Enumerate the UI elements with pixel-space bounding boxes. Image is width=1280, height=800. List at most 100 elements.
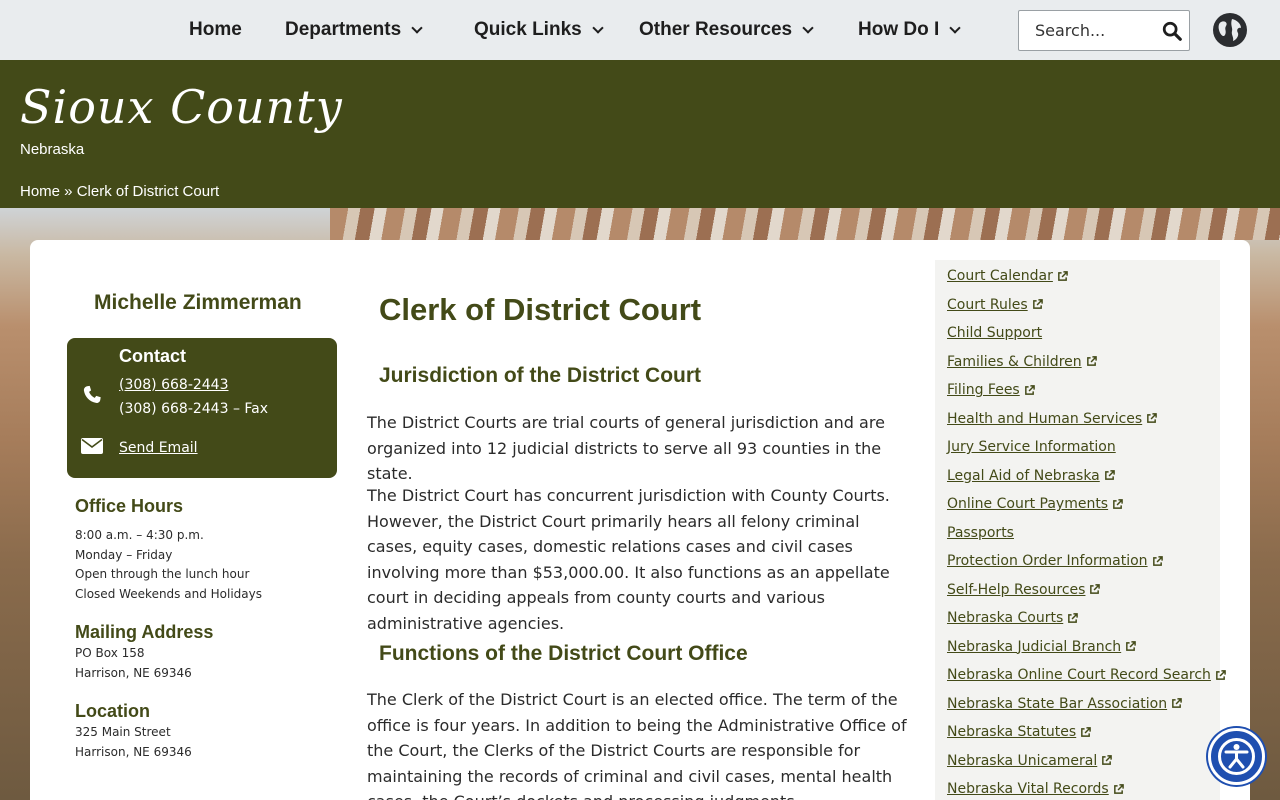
top-navigation: Home Departments Quick Links Other Resou… [0,0,1280,60]
related-link[interactable]: Child Support [947,325,1042,341]
external-link-icon [1126,641,1136,651]
related-link[interactable]: Nebraska Judicial Branch [947,639,1136,655]
contact-heading: Contact [119,346,186,366]
office-hours-line: Monday – Friday [75,547,173,562]
accessibility-button[interactable] [1208,728,1265,785]
office-hours-heading: Office Hours [75,496,184,516]
breadcrumb: Home » Clerk of District Court [20,183,219,200]
chevron-down-icon [949,21,961,34]
nav-other-resources[interactable]: Other Resources [639,17,814,43]
external-link-icon [1172,698,1182,708]
related-link-label: Nebraska Vital Records [947,781,1109,797]
external-link-icon [1086,356,1097,366]
related-link-label: Jury Service Information [947,439,1116,455]
chevron-down-icon [592,21,604,34]
nav-home-label: Home [189,19,242,40]
nav-quick-links[interactable]: Quick Links [474,17,604,43]
external-link-icon [1152,555,1163,566]
location-heading: Location [75,701,150,721]
search-input[interactable] [1019,11,1159,50]
external-link-icon [1147,413,1158,423]
phone-icon [83,385,101,403]
office-hours-text: 8:00 a.m. – 4:30 p.m. Monday – Friday Op… [75,526,262,604]
related-link[interactable]: Nebraska Courts [947,610,1079,626]
related-link-label: Passports [947,524,1014,541]
fax-number: (308) 668-2443 – Fax [119,401,269,417]
external-link-icon [1068,612,1079,623]
nav-how-do-i[interactable]: How Do I [858,17,961,43]
site-title[interactable]: Sioux County [20,80,343,134]
mailing-address-heading: Mailing Address [75,622,214,642]
envelope-icon [81,438,103,454]
related-link[interactable]: Nebraska State Bar Association [947,696,1182,712]
paragraph: The Clerk of the District Court is an el… [367,690,907,800]
office-hours-line: 8:00 a.m. – 4:30 p.m. [75,528,204,542]
nav-home[interactable]: Home [189,17,242,43]
related-link[interactable]: Nebraska Online Court Record Search [947,667,1226,683]
external-link-icon [1102,755,1113,765]
related-link[interactable]: Court Calendar [947,268,1068,284]
site-subtitle: Nebraska [20,141,85,158]
mailing-line: Harrison, NE 69346 [75,665,192,680]
related-link[interactable]: Health and Human Services [947,410,1158,427]
nav-quick-links-label: Quick Links [474,19,582,40]
related-link-label: Legal Aid of Nebraska [947,467,1100,484]
related-link[interactable]: Jury Service Information [947,439,1116,455]
section-heading: Jurisdiction of the District Court [379,364,702,387]
section-heading: Functions of the District Court Office [379,642,748,665]
related-link-label: Court Calendar [947,268,1053,284]
related-link-label: Court Rules [947,296,1028,313]
related-link[interactable]: Filing Fees [947,382,1035,398]
location-line: 325 Main Street [75,725,171,739]
related-link[interactable]: Passports [947,525,1014,541]
site-banner: Sioux County Nebraska Home » Clerk of Di… [0,60,1280,208]
nav-how-do-i-label: How Do I [858,19,940,40]
globe-icon[interactable] [1212,12,1248,48]
external-link-icon [1113,783,1124,794]
location-text: 325 Main Street Harrison, NE 69346 [75,723,192,762]
external-link-icon [1032,299,1043,309]
office-hours-line: Closed Weekends and Holidays [75,586,262,601]
external-link-icon [1090,584,1101,594]
send-email-link[interactable]: Send Email [119,440,198,456]
external-link-icon [1081,726,1092,737]
mailing-address-text: PO Box 158 Harrison, NE 69346 [75,644,192,683]
related-link-label: Filing Fees [947,382,1020,398]
related-link[interactable]: Online Court Payments [947,496,1123,512]
related-link-label: Child Support [947,325,1043,341]
search-icon[interactable] [1161,20,1183,42]
related-link-label: Health and Human Services [947,410,1143,427]
mailing-line: PO Box 158 [75,646,145,660]
paragraph: The District Court has concurrent jurisd… [367,486,890,633]
official-name: Michelle Zimmerman [94,291,302,314]
related-link[interactable]: Families & Children [947,354,1097,370]
breadcrumb-current: Clerk of District Court [76,183,220,200]
chevron-down-icon [411,21,423,34]
office-hours-line: Open through the lunch hour [75,567,250,581]
nav-departments[interactable]: Departments [285,17,423,43]
chevron-down-icon [802,21,814,34]
related-link-label: Nebraska State Bar Association [947,695,1168,712]
related-link[interactable]: Protection Order Information [947,553,1163,569]
external-link-icon [1024,384,1035,395]
related-link-label: Nebraska Courts [947,610,1064,626]
phone-link[interactable]: (308) 668-2443 [119,377,229,393]
related-link[interactable]: Nebraska Unicameral [947,752,1113,769]
related-link-label: Nebraska Judicial Branch [947,638,1122,655]
external-link-icon [1113,498,1123,509]
external-link-icon [1216,669,1226,680]
related-link[interactable]: Nebraska Statutes [947,724,1092,740]
related-link-label: Nebraska Online Court Record Search [947,667,1211,683]
breadcrumb-home-link[interactable]: Home [20,183,60,200]
external-link-icon [1104,470,1115,480]
related-link[interactable]: Self-Help Resources [947,582,1101,598]
accessibility-icon [1218,738,1255,775]
badlands-ridge [330,208,1280,240]
related-link[interactable]: Nebraska Vital Records [947,781,1124,797]
related-link[interactable]: Legal Aid of Nebraska [947,468,1115,484]
related-link[interactable]: Court Rules [947,297,1043,313]
page-title: Clerk of District Court [379,292,702,327]
external-link-icon [1057,270,1068,281]
related-link-label: Families & Children [947,353,1082,370]
related-link-label: Nebraska Unicameral [947,752,1098,769]
